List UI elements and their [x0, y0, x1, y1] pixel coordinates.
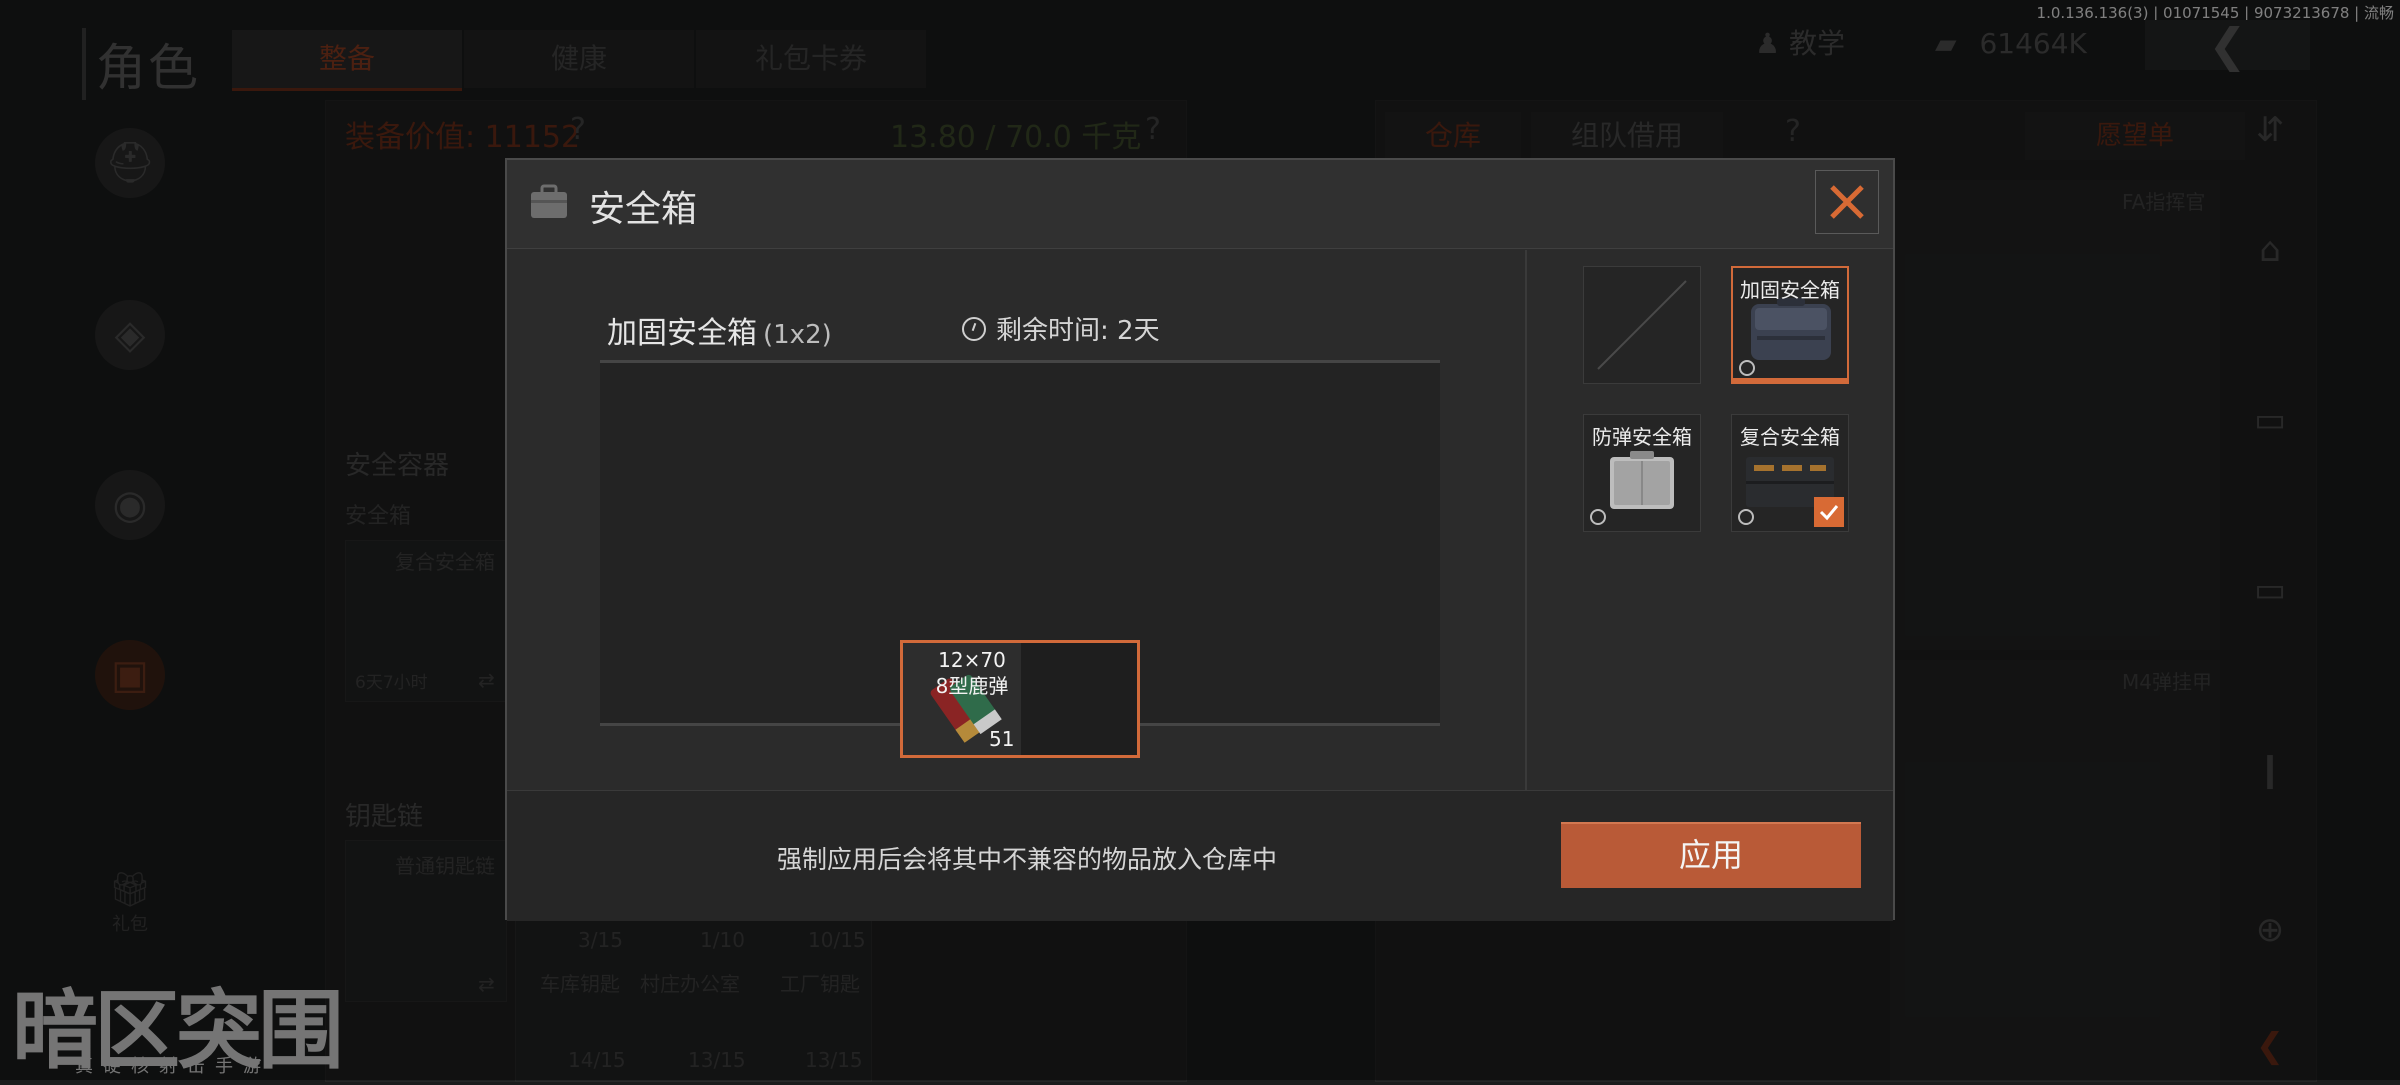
timer-icon: [1738, 509, 1754, 525]
dialog-divider: [1525, 250, 1527, 790]
selected-indicator: [1731, 378, 1849, 384]
case-option-empty[interactable]: [1583, 266, 1701, 384]
case-option-composite[interactable]: 复合安全箱: [1731, 414, 1849, 532]
dialog-title: 安全箱: [589, 189, 698, 230]
equipped-check-icon: [1814, 497, 1844, 527]
case-option-label: 防弹安全箱: [1592, 425, 1692, 449]
case-option-reinforced[interactable]: 加固安全箱: [1731, 266, 1849, 384]
briefcase-icon: [531, 184, 567, 218]
ammo-name-line1: 12×70: [938, 648, 1006, 672]
case-option-label: 复合安全箱: [1740, 425, 1840, 449]
ammo-count: 51: [989, 727, 1015, 751]
case-name-text: 加固安全箱: [607, 316, 757, 351]
close-icon: [1830, 185, 1864, 219]
remaining-time-text: 剩余时间: 2天: [996, 316, 1160, 346]
close-button[interactable]: [1815, 170, 1879, 234]
reinforced-case-icon: [1751, 298, 1831, 360]
apply-button[interactable]: 应用: [1561, 822, 1861, 888]
dialog-header: [507, 160, 1893, 249]
force-apply-warning: 强制应用后会将其中不兼容的物品放入仓库中: [777, 845, 1278, 874]
empty-slot-icon: [1597, 280, 1687, 370]
timer-icon: [1590, 509, 1606, 525]
case-name: 加固安全箱 (1x2): [607, 308, 832, 352]
timer-icon: [1739, 360, 1755, 376]
case-option-label: 加固安全箱: [1740, 278, 1840, 302]
secure-case-dialog: 安全箱 加固安全箱 (1x2) 剩余时间: 2天 12×70 8型鹿弹 51 加…: [505, 158, 1895, 921]
case-option-bulletproof[interactable]: 防弹安全箱: [1583, 414, 1701, 532]
bulletproof-case-icon: [1610, 451, 1674, 509]
case-slot-grid[interactable]: 12×70 8型鹿弹 51: [900, 640, 1140, 758]
remaining-time: 剩余时间: 2天: [962, 310, 1160, 347]
ammo-name-line2: 8型鹿弹: [935, 674, 1009, 698]
ammo-name: 12×70 8型鹿弹: [903, 647, 1041, 699]
clock-icon: [962, 316, 986, 341]
case-size: (1x2): [763, 320, 832, 350]
ammo-item[interactable]: 12×70 8型鹿弹 51: [903, 643, 1021, 755]
